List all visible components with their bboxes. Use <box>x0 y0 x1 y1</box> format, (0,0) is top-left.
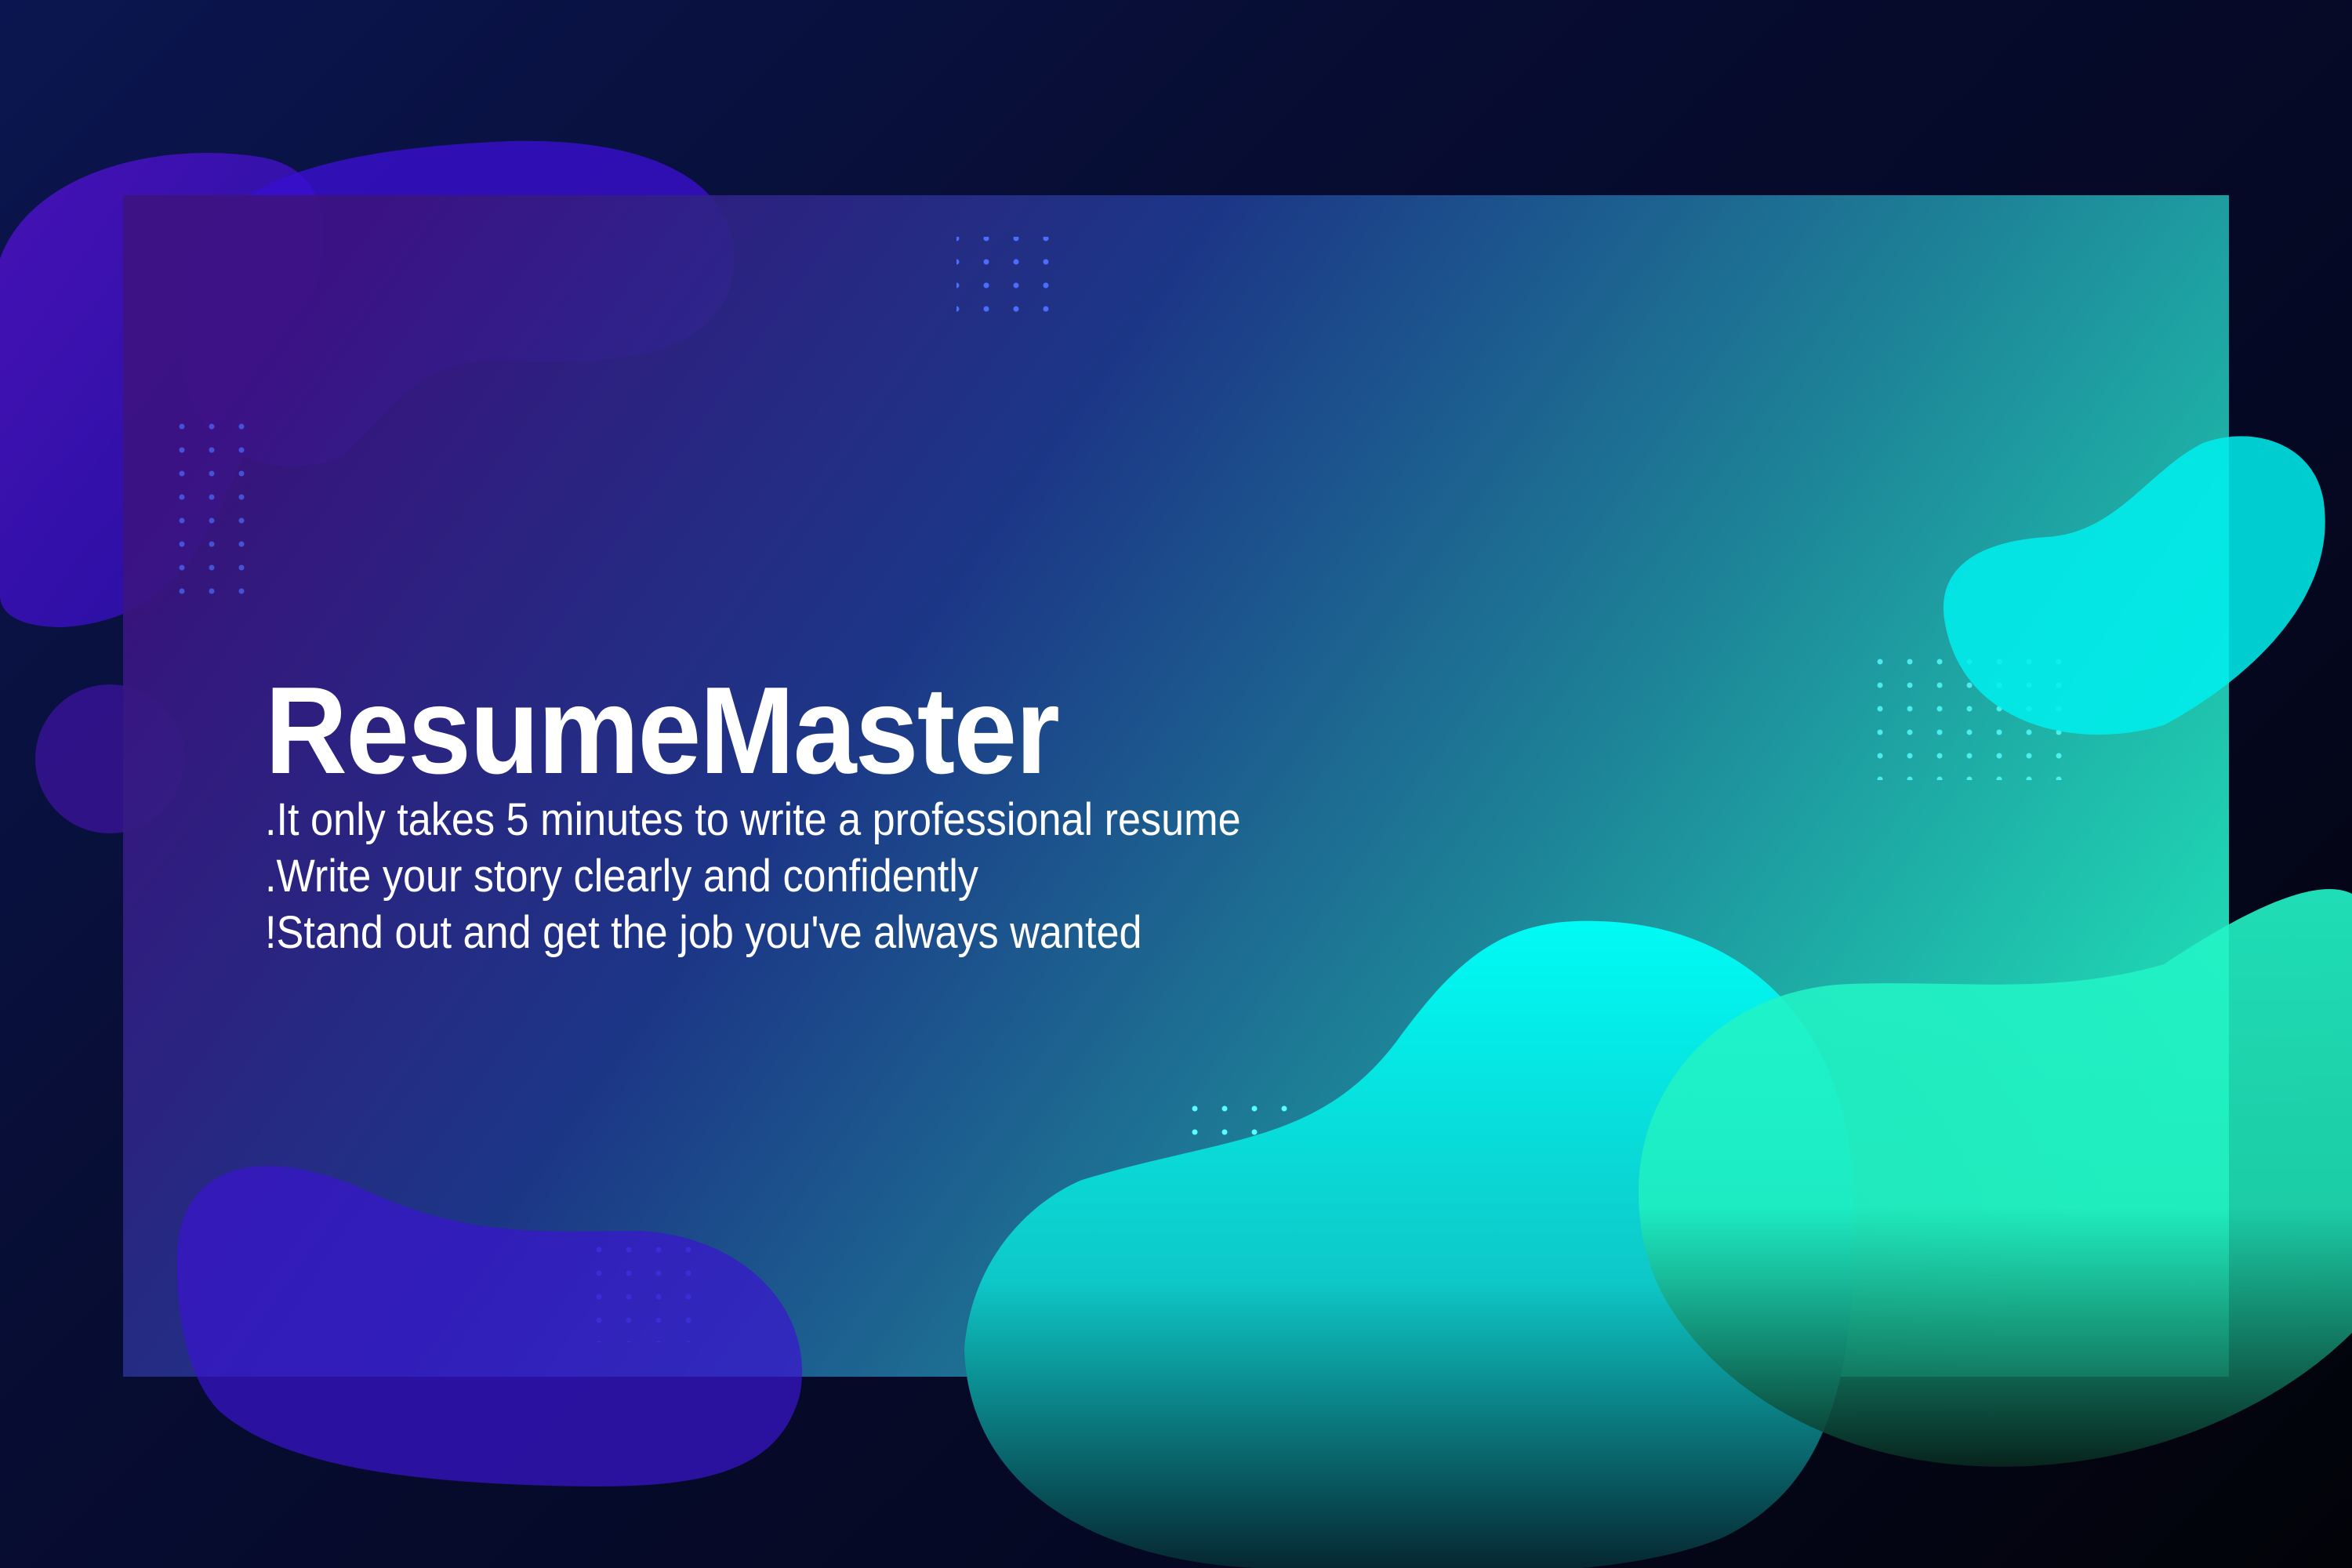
tagline-1: .It only takes 5 minutes to write a prof… <box>265 794 1241 845</box>
tagline-2: .Write your story clearly and confidentl… <box>265 851 979 902</box>
app-title: ResumeMaster <box>265 662 1060 800</box>
tagline-3: !Stand out and get the job you've always… <box>265 907 1142 958</box>
